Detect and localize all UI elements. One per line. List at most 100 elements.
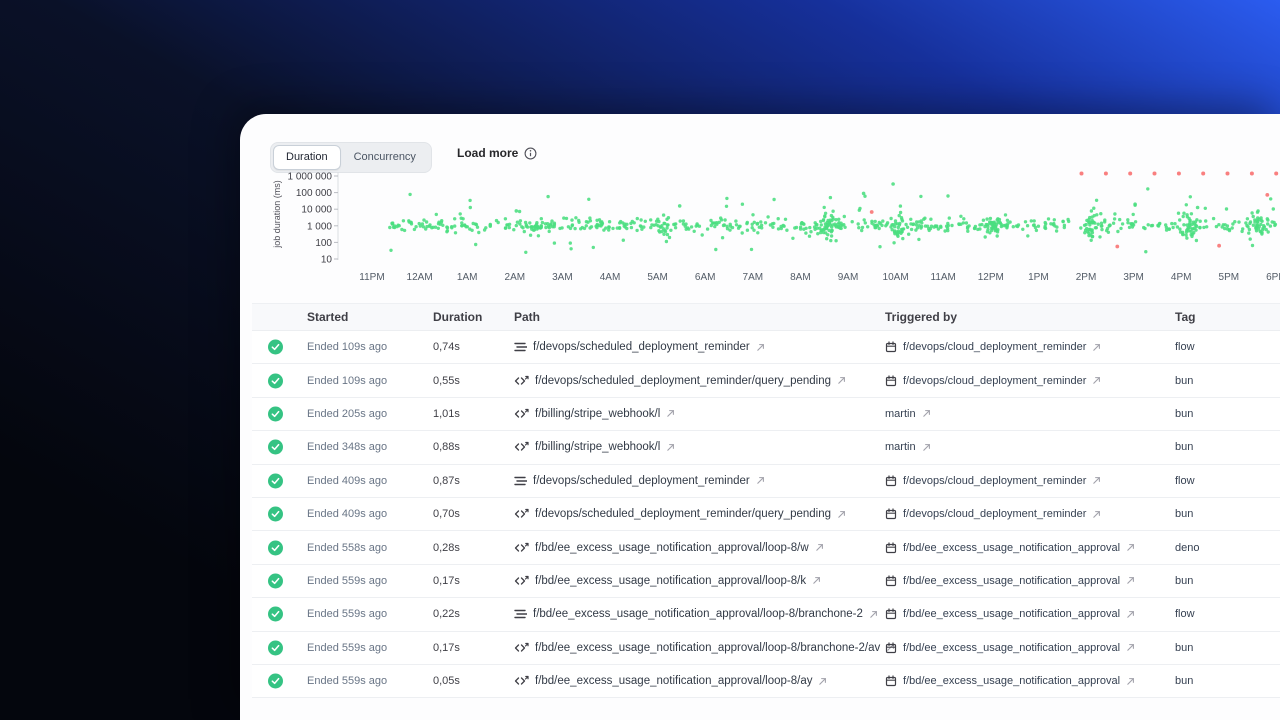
scatter-point[interactable]: [1193, 226, 1197, 230]
scatter-point[interactable]: [1128, 171, 1133, 176]
scatter-point[interactable]: [705, 227, 710, 231]
scatter-point[interactable]: [1184, 203, 1188, 207]
scatter-point[interactable]: [1223, 226, 1227, 231]
scatter-point[interactable]: [1182, 223, 1186, 227]
scatter-point[interactable]: [1184, 233, 1188, 237]
scatter-point[interactable]: [673, 226, 678, 230]
scatter-point[interactable]: [1251, 214, 1255, 219]
scatter-point[interactable]: [934, 224, 939, 229]
open-trigger-icon[interactable]: [1092, 343, 1101, 352]
scatter-point[interactable]: [589, 225, 594, 229]
scatter-point[interactable]: [994, 225, 998, 229]
scatter-point[interactable]: [947, 216, 951, 220]
scatter-point[interactable]: [824, 226, 829, 231]
scatter-point[interactable]: [1202, 225, 1206, 230]
scatter-point[interactable]: [1126, 218, 1130, 222]
scatter-point[interactable]: [1053, 224, 1057, 228]
scatter-point[interactable]: [1084, 222, 1088, 227]
scatter-point[interactable]: [959, 214, 963, 218]
scatter-point[interactable]: [663, 229, 668, 234]
scatter-point[interactable]: [1247, 231, 1251, 235]
scatter-point[interactable]: [752, 220, 756, 224]
scatter-point[interactable]: [1113, 212, 1117, 216]
scatter-point[interactable]: [1173, 222, 1177, 226]
scatter-point[interactable]: [740, 231, 744, 235]
scatter-point[interactable]: [523, 220, 528, 225]
scatter-point[interactable]: [831, 217, 835, 221]
scatter-point[interactable]: [560, 226, 564, 230]
scatter-point[interactable]: [1176, 171, 1181, 176]
scatter-point[interactable]: [1178, 218, 1182, 222]
scatter-point[interactable]: [917, 220, 921, 224]
open-run-icon[interactable]: [869, 610, 878, 619]
scatter-point[interactable]: [1256, 209, 1260, 213]
scatter-point[interactable]: [892, 241, 896, 245]
scatter-point[interactable]: [621, 238, 625, 242]
open-run-icon[interactable]: [666, 443, 675, 452]
scatter-point[interactable]: [657, 219, 661, 224]
scatter-point[interactable]: [1046, 217, 1051, 221]
scatter-point[interactable]: [981, 218, 986, 222]
scatter-point[interactable]: [665, 232, 670, 237]
scatter-point[interactable]: [1249, 171, 1254, 176]
scatter-point[interactable]: [917, 237, 921, 242]
scatter-point[interactable]: [816, 232, 820, 236]
scatter-point[interactable]: [468, 198, 472, 203]
scatter-point[interactable]: [1129, 222, 1134, 227]
scatter-point[interactable]: [820, 228, 824, 232]
scatter-point[interactable]: [873, 219, 877, 224]
table-row[interactable]: Ended 109s ago 0,74s f/devops/scheduled_…: [252, 331, 1280, 365]
scatter-point[interactable]: [1025, 224, 1030, 228]
scatter-point[interactable]: [837, 217, 841, 221]
scatter-point[interactable]: [785, 228, 789, 232]
scatter-point[interactable]: [477, 230, 481, 235]
scatter-point[interactable]: [1149, 224, 1154, 228]
scatter-point[interactable]: [763, 221, 768, 225]
scatter-point[interactable]: [1268, 224, 1273, 228]
scatter-point[interactable]: [985, 217, 989, 221]
scatter-point[interactable]: [512, 228, 516, 232]
scatter-point[interactable]: [547, 229, 551, 234]
scatter-point[interactable]: [1274, 171, 1279, 176]
scatter-point[interactable]: [946, 221, 950, 226]
scatter-point[interactable]: [901, 227, 906, 231]
scatter-point[interactable]: [905, 225, 910, 229]
scatter-point[interactable]: [1251, 223, 1256, 227]
scatter-point[interactable]: [964, 221, 969, 225]
scatter-point[interactable]: [1178, 227, 1182, 231]
scatter-point[interactable]: [1095, 213, 1099, 217]
open-run-icon[interactable]: [837, 510, 846, 519]
scatter-point[interactable]: [840, 223, 844, 227]
scatter-point[interactable]: [889, 216, 893, 221]
open-trigger-icon[interactable]: [1126, 576, 1135, 585]
scatter-point[interactable]: [962, 217, 966, 221]
scatter-point[interactable]: [1116, 229, 1120, 234]
scatter-point[interactable]: [779, 224, 783, 229]
scatter-point[interactable]: [831, 209, 835, 213]
scatter-point[interactable]: [1146, 223, 1150, 227]
scatter-point[interactable]: [496, 220, 500, 225]
scatter-point[interactable]: [569, 247, 573, 251]
scatter-point[interactable]: [972, 226, 977, 231]
open-trigger-icon[interactable]: [1092, 376, 1101, 385]
scatter-point[interactable]: [957, 222, 961, 227]
scatter-point[interactable]: [445, 229, 450, 233]
scatter-point[interactable]: [907, 232, 911, 236]
scatter-point[interactable]: [660, 229, 664, 234]
open-run-icon[interactable]: [812, 576, 821, 585]
run-path[interactable]: f/bd/ee_excess_usage_notification_approv…: [535, 675, 812, 687]
scatter-point[interactable]: [506, 223, 510, 227]
scatter-point[interactable]: [669, 228, 673, 232]
table-row[interactable]: Ended 559s ago 0,05s f/bd/ee_excess_usag…: [252, 664, 1280, 699]
scatter-point[interactable]: [1090, 218, 1094, 223]
scatter-point[interactable]: [983, 224, 987, 229]
scatter-point[interactable]: [552, 225, 556, 229]
scatter-point[interactable]: [1181, 230, 1185, 234]
scatter-point[interactable]: [574, 216, 578, 220]
scatter-point[interactable]: [749, 247, 754, 252]
scatter-point[interactable]: [965, 225, 970, 229]
scatter-point[interactable]: [815, 226, 819, 230]
scatter-point[interactable]: [515, 220, 520, 224]
scatter-point[interactable]: [791, 236, 795, 240]
scatter-point[interactable]: [850, 220, 854, 224]
